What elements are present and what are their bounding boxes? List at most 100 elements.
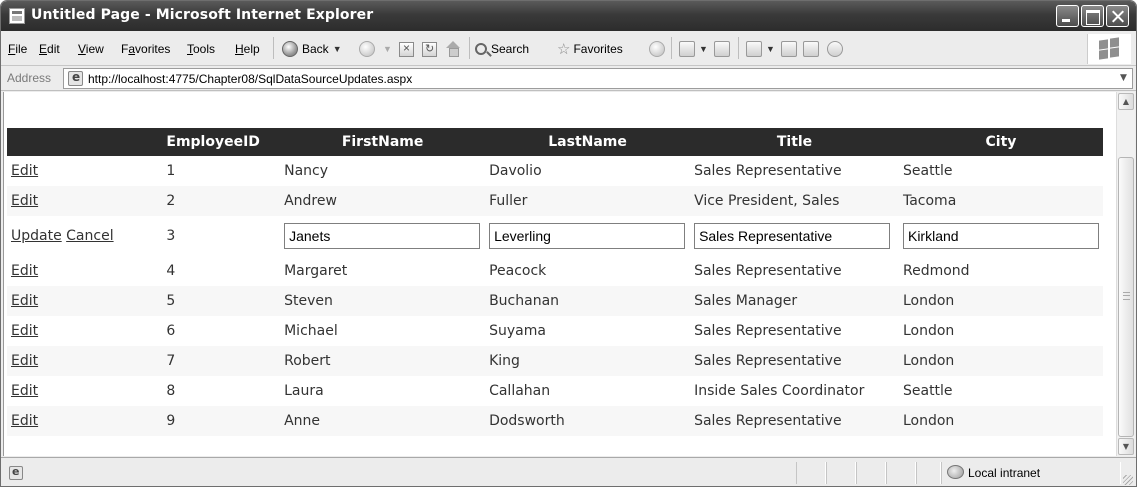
mail-button[interactable]: ▼ <box>679 39 708 59</box>
chevron-down-icon: ▼ <box>332 44 342 54</box>
forward-arrow-icon <box>359 41 375 57</box>
cell-employeeid: 9 <box>162 406 281 436</box>
cell-employeeid: 7 <box>162 346 281 376</box>
edit-link[interactable]: Edit <box>11 383 38 399</box>
back-button[interactable]: Back ▼ <box>282 39 342 59</box>
forward-button[interactable]: ▼ <box>359 39 392 59</box>
cell-firstname: Michael <box>284 323 338 339</box>
stop-button[interactable] <box>399 39 414 59</box>
update-link[interactable]: Update <box>11 228 62 244</box>
table-row: Edit 7 Robert King Sales Representative … <box>7 346 1103 376</box>
cell-firstname: Andrew <box>280 186 486 216</box>
edit-link[interactable]: Edit <box>11 163 38 179</box>
toolbar-separator <box>738 37 739 59</box>
minimize-button[interactable] <box>1056 5 1079 27</box>
address-url: http://localhost:4775/Chapter08/SqlDataS… <box>88 72 413 86</box>
edit-page-icon <box>746 41 762 57</box>
edit-page-button[interactable]: ▼ <box>746 39 775 59</box>
table-row: Edit 6 Michael Suyama Sales Representati… <box>7 316 1103 346</box>
address-input[interactable]: http://localhost:4775/Chapter08/SqlDataS… <box>63 68 1133 89</box>
edit-link[interactable]: Edit <box>11 293 38 309</box>
address-label: Address <box>7 71 52 85</box>
home-icon <box>445 41 461 57</box>
status-pane <box>826 462 856 484</box>
menu-edit[interactable]: Edit <box>39 42 60 56</box>
cell-lastname: King <box>485 346 691 376</box>
home-button[interactable] <box>445 39 461 59</box>
cell-title: Inside Sales Coordinator <box>694 383 865 399</box>
cell-firstname: Anne <box>280 406 486 436</box>
vertical-scrollbar[interactable]: ▲ ▼ <box>1116 92 1135 456</box>
cell-lastname: Callahan <box>489 383 551 399</box>
edit-link[interactable]: Edit <box>11 263 38 279</box>
menu-file[interactable]: File <box>8 42 27 56</box>
cell-employeeid: 2 <box>162 186 281 216</box>
cell-firstname: Laura <box>284 383 324 399</box>
print-icon <box>714 41 730 57</box>
menu-favorites[interactable]: Favorites <box>121 42 170 56</box>
city-input[interactable] <box>902 223 1099 249</box>
scroll-down-button[interactable]: ▼ <box>1118 438 1134 455</box>
edit-link[interactable]: Edit <box>11 323 38 339</box>
cell-title: Sales Representative <box>694 163 842 179</box>
windows-logo <box>1087 34 1131 64</box>
messenger-button[interactable] <box>827 39 843 59</box>
cell-firstname: Steven <box>280 286 486 316</box>
research-button[interactable] <box>803 39 819 59</box>
messenger-icon <box>827 41 843 57</box>
cell-lastname: Dodsworth <box>485 406 691 436</box>
mail-icon <box>679 41 695 57</box>
header-lastname: LastName <box>485 128 691 156</box>
page-icon <box>68 70 83 86</box>
window-title: Untitled Page - Microsoft Internet Explo… <box>31 7 374 23</box>
history-button[interactable] <box>649 39 669 59</box>
history-icon <box>649 41 665 57</box>
scroll-up-button[interactable]: ▲ <box>1118 93 1134 110</box>
cell-title: Sales Manager <box>690 286 899 316</box>
header-employeeid: EmployeeID <box>162 128 281 156</box>
menu-tools[interactable]: Tools <box>187 42 215 56</box>
discuss-button[interactable] <box>781 39 797 59</box>
header-firstname: FirstName <box>280 128 486 156</box>
resize-grip-icon[interactable] <box>1123 475 1133 485</box>
title-bar[interactable]: Untitled Page - Microsoft Internet Explo… <box>1 1 1136 31</box>
cancel-link[interactable]: Cancel <box>66 228 113 244</box>
cell-title: Vice President, Sales <box>690 186 899 216</box>
menu-help[interactable]: Help <box>235 42 260 56</box>
print-button[interactable] <box>714 39 730 59</box>
firstname-input[interactable] <box>284 223 481 249</box>
discuss-icon <box>781 41 797 57</box>
cell-city: Seattle <box>902 163 953 179</box>
edit-link[interactable]: Edit <box>11 413 38 429</box>
edit-link[interactable]: Edit <box>11 353 38 369</box>
lastname-input[interactable] <box>489 223 686 249</box>
maximize-button[interactable] <box>1081 5 1104 27</box>
menu-view[interactable]: View <box>78 42 104 56</box>
employees-grid: EmployeeID FirstName LastName Title City… <box>7 128 1103 436</box>
close-button[interactable] <box>1106 5 1129 27</box>
header-title: Title <box>690 128 899 156</box>
table-row: Edit 4 Margaret Peacock Sales Representa… <box>7 256 1103 286</box>
cell-employeeid: 5 <box>162 286 281 316</box>
status-pane <box>886 462 916 484</box>
status-pane <box>856 462 886 484</box>
page-status-icon <box>9 465 23 480</box>
cell-firstname: Robert <box>280 346 486 376</box>
cell-firstname: Nancy <box>284 163 329 179</box>
cell-city: London <box>898 406 1103 436</box>
chevron-down-icon[interactable]: ▼ <box>1115 69 1132 88</box>
cell-title: Sales Representative <box>694 323 842 339</box>
cell-city: London <box>898 286 1103 316</box>
address-bar: Address http://localhost:4775/Chapter08/… <box>1 66 1136 91</box>
search-button[interactable]: Search <box>475 39 529 59</box>
intranet-icon <box>947 465 964 479</box>
table-row: Edit 2 Andrew Fuller Vice President, Sal… <box>7 186 1103 216</box>
search-icon <box>475 43 487 55</box>
cell-employeeid: 8 <box>166 383 176 399</box>
cell-firstname: Margaret <box>284 263 348 279</box>
favorites-button[interactable]: ☆ Favorites <box>557 39 623 59</box>
refresh-button[interactable] <box>422 39 437 59</box>
title-input[interactable] <box>694 223 891 249</box>
scroll-thumb[interactable] <box>1118 157 1134 437</box>
edit-link[interactable]: Edit <box>11 193 38 209</box>
